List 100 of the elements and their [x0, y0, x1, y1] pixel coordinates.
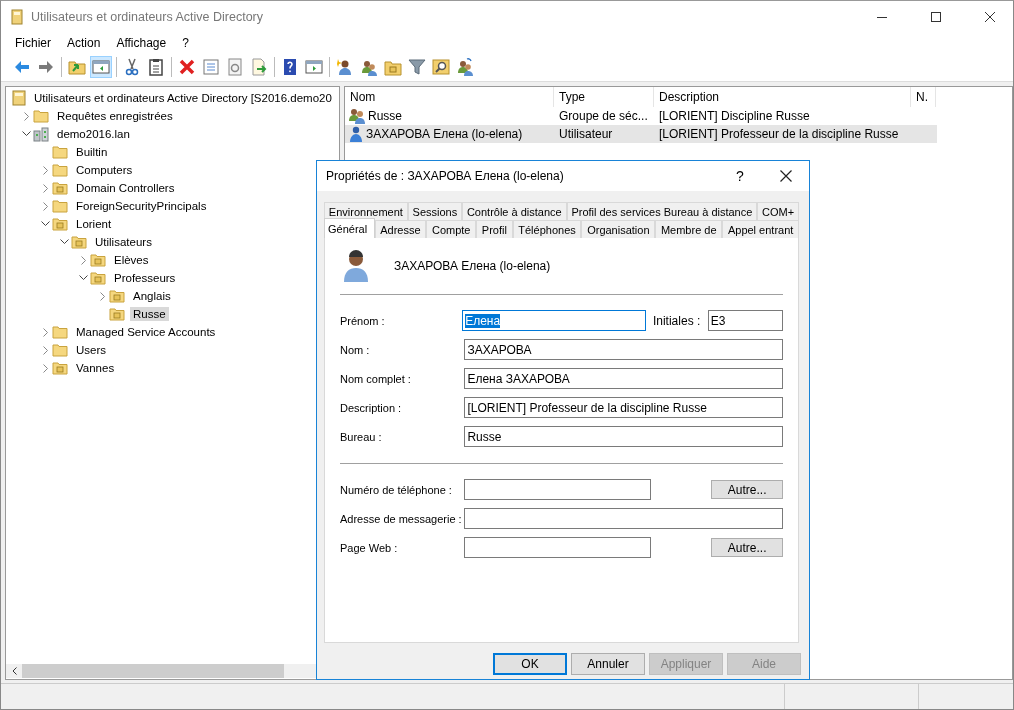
- tab[interactable]: Téléphones: [512, 220, 582, 238]
- chevron-down-icon[interactable]: [60, 239, 69, 245]
- column-header[interactable]: Description: [654, 87, 911, 107]
- chevron-right-icon[interactable]: [99, 291, 106, 301]
- cell-text: [LORIENT] Professeur de la discipline Russe: [659, 127, 899, 141]
- tree-item[interactable]: Lorient: [73, 217, 115, 231]
- text-field[interactable]: ЗАХАРОВА: [464, 339, 783, 360]
- tab[interactable]: Profil: [476, 220, 513, 238]
- user-icon: [343, 250, 369, 282]
- tree-item[interactable]: demo2016.lan: [54, 127, 133, 141]
- list-row[interactable]: Russe Groupe de séc... [LORIENT] Discipline Russe: [345, 107, 937, 125]
- tree-item[interactable]: Builtin: [73, 145, 111, 159]
- tab[interactable]: Environnement: [324, 202, 408, 220]
- tab[interactable]: Profil des services Bureau à distance: [566, 202, 758, 220]
- folder-icon: [52, 217, 68, 231]
- folder-arrow-icon: [68, 58, 86, 76]
- close-icon[interactable]: [985, 12, 995, 22]
- list-row[interactable]: ЗАХАРОВА Елена (lo-elena) Utilisateur [LORIENT] Professeur de la discipline Russe: [345, 125, 937, 143]
- scissors-icon: [123, 58, 141, 76]
- tree-item[interactable]: Computers: [73, 163, 136, 177]
- chevron-right-icon[interactable]: [23, 111, 30, 121]
- other-button[interactable]: Autre...: [711, 538, 783, 557]
- tree-item[interactable]: Utilisateurs et ordinateurs Active Directory [S2016.demo20: [31, 91, 335, 105]
- folder-icon: [52, 145, 68, 159]
- tree-item[interactable]: Utilisateurs: [92, 235, 155, 249]
- text-field[interactable]: [LORIENT] Professeur de la discipline Russe: [464, 397, 783, 418]
- cell-text: [LORIENT] Discipline Russe: [659, 109, 810, 123]
- tab[interactable]: Compte: [426, 220, 477, 238]
- tree-item[interactable]: Users: [73, 343, 110, 357]
- scroll-left-icon[interactable]: [11, 667, 17, 675]
- field-label: Bureau :: [340, 430, 383, 443]
- text-field[interactable]: Елена: [462, 310, 646, 331]
- menu-item[interactable]: Action: [59, 36, 109, 50]
- tab[interactable]: Sessions: [407, 202, 463, 220]
- toolbar-button[interactable]: [430, 56, 452, 78]
- tree-item[interactable]: Professeurs: [111, 271, 179, 285]
- tab[interactable]: Appel entrant: [722, 220, 800, 238]
- tree-item[interactable]: Anglais: [130, 289, 174, 303]
- cell-text: ЗАХАРОВА Елена (lo-elena): [366, 127, 523, 141]
- menu-item[interactable]: Affichage: [108, 36, 175, 50]
- tab[interactable]: Contrôle à distance: [462, 202, 567, 220]
- tree-item[interactable]: Requêtes enregistrées: [54, 109, 176, 123]
- tree-item[interactable]: ForeignSecurityPrincipals: [73, 199, 210, 213]
- book-icon: [11, 9, 23, 25]
- column-header[interactable]: Type: [554, 87, 654, 107]
- chevron-right-icon[interactable]: [42, 327, 49, 337]
- user-icon: [336, 58, 354, 76]
- tree-item[interactable]: Elèves: [111, 253, 152, 267]
- text-field[interactable]: Елена ЗАХАРОВА: [464, 368, 783, 389]
- menu-item[interactable]: ?: [174, 36, 197, 50]
- column-header[interactable]: N.: [911, 87, 936, 107]
- dialog-button[interactable]: OK: [493, 653, 567, 675]
- folder-icon: [384, 58, 402, 76]
- folder-icon: [52, 181, 68, 195]
- folder-icon: [52, 343, 68, 357]
- menu-item[interactable]: Fichier: [7, 36, 59, 50]
- folder-icon: [52, 199, 68, 213]
- dialog-button[interactable]: Annuler: [571, 653, 645, 675]
- clipboard-icon: [147, 58, 165, 76]
- tab[interactable]: Général: [324, 218, 375, 238]
- folder-icon: [52, 361, 68, 375]
- tab[interactable]: Adresse: [374, 220, 427, 238]
- chevron-right-icon[interactable]: [80, 255, 87, 265]
- panel-icon: [92, 58, 110, 76]
- tab[interactable]: Membre de: [655, 220, 723, 238]
- folder-icon: [33, 109, 49, 123]
- text-field[interactable]: E3: [707, 310, 783, 331]
- field-label: Nom complet :: [340, 372, 412, 385]
- chevron-right-icon[interactable]: [42, 345, 49, 355]
- other-button[interactable]: Autre...: [711, 480, 783, 499]
- chevron-right-icon[interactable]: [42, 165, 49, 175]
- help-button[interactable]: ?: [717, 168, 763, 184]
- field-label: Prénom :: [340, 314, 386, 327]
- tree-item[interactable]: Domain Controllers: [73, 181, 178, 195]
- column-header[interactable]: Nom: [345, 87, 554, 107]
- maximize-icon[interactable]: [931, 12, 941, 22]
- chevron-down-icon[interactable]: [22, 131, 31, 137]
- chevron-right-icon[interactable]: [42, 201, 49, 211]
- folder-icon: [109, 307, 125, 321]
- folder-icon: [71, 235, 87, 249]
- text-field[interactable]: [464, 537, 652, 558]
- forward-arrow-icon: [37, 58, 55, 76]
- chevron-right-icon[interactable]: [42, 183, 49, 193]
- chevron-down-icon[interactable]: [41, 221, 50, 227]
- chevron-down-icon[interactable]: [79, 275, 88, 281]
- chevron-right-icon[interactable]: [42, 363, 49, 373]
- cell-text: Utilisateur: [559, 127, 613, 141]
- tree-item[interactable]: Vannes: [73, 361, 118, 375]
- text-field[interactable]: [464, 508, 783, 529]
- search-icon: [432, 58, 450, 76]
- building-icon: [33, 126, 49, 142]
- close-icon[interactable]: [780, 170, 792, 182]
- user-name: ЗАХАРОВА Елена (lo-elena): [394, 259, 551, 273]
- text-field[interactable]: [464, 479, 652, 500]
- tab[interactable]: COM+: [757, 202, 799, 220]
- tab[interactable]: Organisation: [581, 220, 656, 238]
- folder-icon: [109, 289, 125, 303]
- tree-item[interactable]: Managed Service Accounts: [73, 325, 219, 339]
- tree-item[interactable]: Russe: [130, 307, 169, 321]
- text-field[interactable]: Russe: [464, 426, 783, 447]
